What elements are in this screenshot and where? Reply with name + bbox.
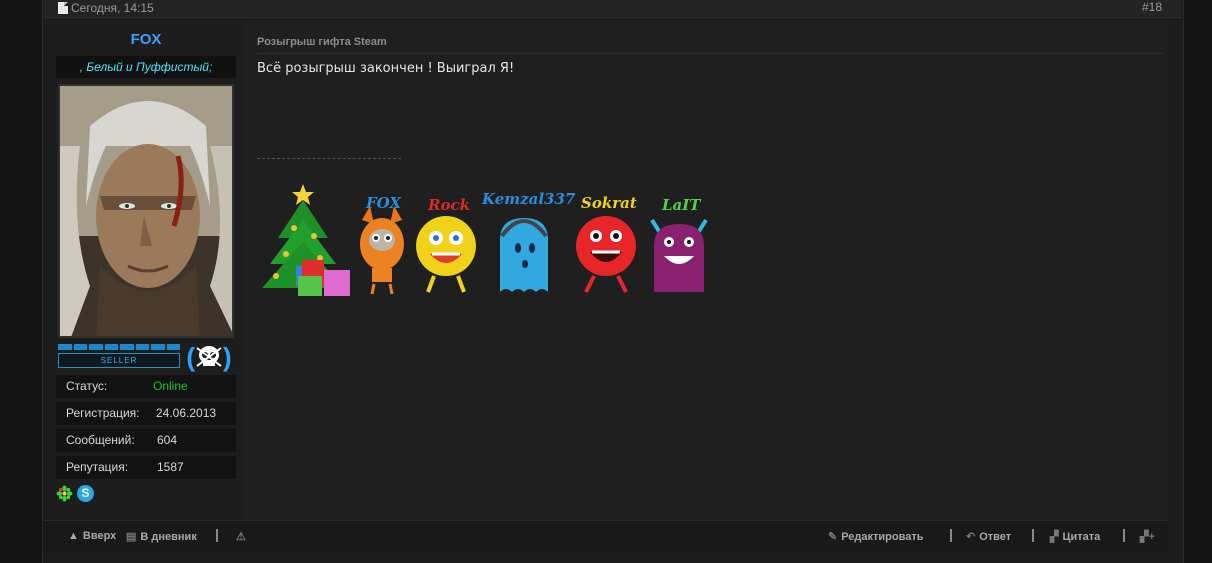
- monster-fox-icon: [360, 206, 404, 295]
- page-margin-right: [1184, 0, 1212, 563]
- edit-button-label: Редактировать: [841, 530, 924, 543]
- diary-button[interactable]: ▤ В дневник: [126, 530, 197, 544]
- post-date-text: Сегодня, 14:15: [71, 1, 154, 15]
- stat-label: Репутация:: [66, 460, 129, 474]
- monster-label: FOX: [366, 194, 402, 212]
- post-actions-bar: ▲ Вверх ▤ В дневник ⚠ ✎ Редактировать ↶ …: [44, 520, 1169, 552]
- monster-kemzal-icon: [500, 218, 548, 292]
- separator: [950, 529, 952, 542]
- post-number-link[interactable]: #18: [1142, 0, 1162, 14]
- separator: [216, 529, 218, 542]
- user-title: , Белый и Пуффистый;: [56, 56, 236, 78]
- arrow-up-icon: ▲: [68, 530, 79, 542]
- skull-badge: ( ): [186, 342, 232, 372]
- post-header: [44, 0, 1182, 18]
- separator: [1123, 529, 1125, 542]
- up-button-label: Вверх: [82, 530, 117, 542]
- title-divider: [257, 53, 1163, 54]
- icq-flower-icon[interactable]: [56, 485, 73, 502]
- reply-arrow-icon: ↶: [966, 531, 976, 543]
- stat-registration: Регистрация: 24.06.2013: [56, 402, 236, 425]
- stat-reputation: Репутация: 1587: [56, 456, 236, 479]
- stat-label: Регистрация:: [66, 406, 140, 420]
- monster-label: LaIT: [662, 196, 701, 214]
- post-title: Розыгрыш гифта Steam: [257, 36, 387, 48]
- monster-sokrat-icon: [576, 216, 636, 293]
- post-body-text: Всё розыгрыш закончен ! Выиграл Я!: [257, 61, 515, 76]
- document-icon: [58, 2, 68, 14]
- reply-button-label: Ответ: [979, 530, 1012, 543]
- report-button[interactable]: ⚠: [236, 530, 246, 543]
- stat-value: 1587: [157, 460, 184, 474]
- contact-icons: S: [56, 485, 94, 502]
- edit-button[interactable]: ✎ Редактировать: [828, 530, 924, 544]
- diary-button-label: В дневник: [140, 530, 197, 543]
- signature-divider: [257, 158, 401, 159]
- post-date: Сегодня, 14:15: [58, 1, 154, 15]
- stat-label: Сообщений:: [66, 433, 135, 447]
- monster-label: Sokrat: [581, 194, 637, 212]
- monster-lait-icon: [650, 218, 708, 292]
- up-button[interactable]: ▲ Вверх: [68, 530, 116, 542]
- monster-label: Rock: [428, 196, 470, 214]
- skype-icon[interactable]: S: [77, 485, 94, 502]
- reply-button[interactable]: ↶ Ответ: [966, 530, 1012, 544]
- christmas-tree-icon: [262, 184, 350, 296]
- stat-value: 24.06.2013: [156, 406, 217, 420]
- monster-label: Kemzal337: [482, 190, 576, 208]
- quote-bubble-icon: ▞: [1050, 531, 1059, 543]
- pencil-icon: ✎: [828, 531, 838, 543]
- username-link[interactable]: FOX: [56, 31, 236, 48]
- stat-posts: Сообщений: 604: [56, 429, 236, 452]
- stat-value-online: Online: [153, 379, 188, 393]
- monster-rock-icon: [416, 216, 476, 293]
- quote-button-label: Цитата: [1062, 530, 1101, 543]
- page-margin-left: [0, 0, 42, 563]
- signature-image: FOX Rock Kemzal337 Sokrat LaIT: [256, 176, 726, 301]
- separator: [1032, 529, 1034, 542]
- quote-button[interactable]: ▞ Цитата: [1050, 530, 1101, 544]
- rank-bar: SELLER: [58, 344, 180, 372]
- user-avatar[interactable]: [58, 84, 234, 338]
- stat-status: Статус: Online: [56, 375, 236, 398]
- skull-icon: [196, 346, 222, 367]
- warning-icon: ⚠: [236, 531, 246, 543]
- rank-label: SELLER: [58, 353, 180, 368]
- rank-cells: [58, 344, 180, 350]
- multiquote-icon: ▞+: [1140, 531, 1155, 543]
- stat-value: 604: [157, 433, 178, 447]
- multiquote-button[interactable]: ▞+: [1140, 530, 1155, 543]
- notebook-icon: ▤: [126, 531, 137, 543]
- stat-label: Статус:: [66, 379, 108, 393]
